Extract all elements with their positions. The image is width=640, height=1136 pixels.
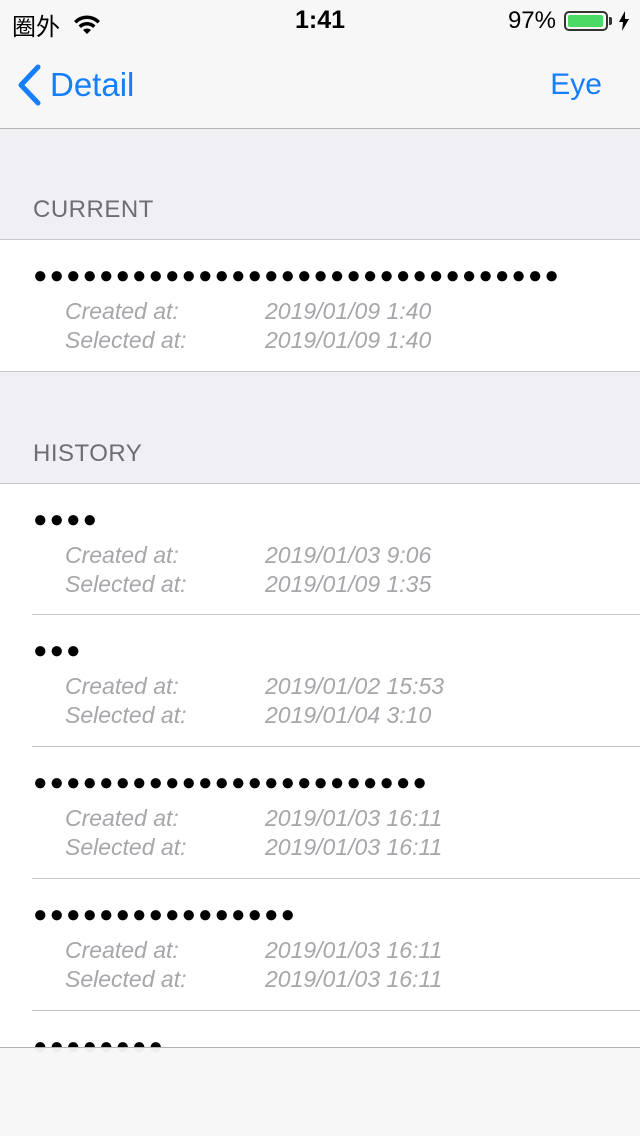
selected-row: Selected at: 2019/01/03 16:11 xyxy=(65,834,442,861)
battery-icon xyxy=(564,11,608,31)
back-button-label: Detail xyxy=(50,66,135,103)
history-cell[interactable]: ●●●●●●●●●●●●●●●● Created at: 2019/01/03 1… xyxy=(0,879,640,1011)
status-bar: 圈外 1:41 97% xyxy=(0,0,640,41)
password-detail-screen: 圈外 1:41 97% Detail Eye CURRENT ●●●●●●●●●… xyxy=(0,0,640,1136)
selected-label: Selected at: xyxy=(65,702,187,728)
history-section-header: HISTORY xyxy=(33,440,143,467)
current-group: ●●●●●●●●●●●●●●●●●●●●●●●●●●●●●●●● Created… xyxy=(0,239,640,372)
selected-value: 2019/01/03 16:11 xyxy=(265,834,443,860)
created-label: Created at: xyxy=(65,805,179,831)
selected-row: Selected at: 2019/01/09 1:40 xyxy=(65,327,431,354)
selected-label: Selected at: xyxy=(65,966,187,992)
history-group: ●●●● Created at: 2019/01/03 9:06 Selected… xyxy=(0,483,640,1136)
back-button[interactable]: Detail xyxy=(16,64,134,106)
status-right: 97% xyxy=(508,7,630,35)
password-dots: ●●●●●●●●●●●●●●●●●●●●●●●● xyxy=(33,769,429,796)
created-value: 2019/01/02 15:53 xyxy=(265,673,445,699)
password-dots: ●●●●●●●●●●●●●●●●●●●●●●●●●●●●●●●● xyxy=(33,262,561,289)
selected-row: Selected at: 2019/01/04 3:10 xyxy=(65,702,431,729)
password-dots: ●●● xyxy=(33,637,83,664)
selected-value: 2019/01/09 1:40 xyxy=(265,327,432,353)
created-row: Created at: 2019/01/03 16:11 xyxy=(65,937,442,964)
selected-value: 2019/01/03 16:11 xyxy=(265,966,443,992)
history-cell[interactable]: ●●●● Created at: 2019/01/03 9:06 Selected… xyxy=(0,484,640,615)
history-cell[interactable]: ●●●●●●●●●●●●●●●●●●●●●●●● Created at: 2019… xyxy=(0,747,640,879)
created-label: Created at: xyxy=(65,937,179,963)
battery-cap xyxy=(609,17,612,25)
created-row: Created at: 2019/01/03 9:06 xyxy=(65,542,431,569)
created-row: Created at: 2019/01/09 1:40 xyxy=(65,298,431,325)
created-row: Created at: 2019/01/03 16:11 xyxy=(65,805,442,832)
selected-value: 2019/01/09 1:35 xyxy=(265,571,432,597)
eye-button[interactable]: Eye xyxy=(550,68,602,102)
selected-value: 2019/01/04 3:10 xyxy=(265,702,432,728)
created-label: Created at: xyxy=(65,673,179,699)
current-password-cell[interactable]: ●●●●●●●●●●●●●●●●●●●●●●●●●●●●●●●● Created… xyxy=(0,240,640,371)
created-label: Created at: xyxy=(65,542,179,568)
bottom-toolbar xyxy=(0,1047,640,1136)
selected-label: Selected at: xyxy=(65,327,187,353)
chevron-left-icon xyxy=(18,64,41,106)
history-cell[interactable]: ●●● Created at: 2019/01/02 15:53 Selected… xyxy=(0,615,640,747)
battery-fill xyxy=(568,15,603,27)
created-row: Created at: 2019/01/02 15:53 xyxy=(65,673,444,700)
created-value: 2019/01/09 1:40 xyxy=(265,298,432,324)
created-value: 2019/01/03 16:11 xyxy=(265,805,443,831)
created-value: 2019/01/03 16:11 xyxy=(265,937,443,963)
created-value: 2019/01/03 9:06 xyxy=(265,542,432,568)
selected-row: Selected at: 2019/01/09 1:35 xyxy=(65,571,431,598)
created-label: Created at: xyxy=(65,298,179,324)
current-section-header: CURRENT xyxy=(33,196,154,223)
password-dots: ●●●● xyxy=(33,506,99,533)
selected-label: Selected at: xyxy=(65,834,187,860)
password-dots: ●●●●●●●●●●●●●●●● xyxy=(33,901,297,928)
charging-bolt-icon xyxy=(619,11,629,31)
battery-percent: 97% xyxy=(507,7,556,34)
navigation-bar: Detail Eye xyxy=(0,40,640,129)
selected-label: Selected at: xyxy=(65,571,187,597)
selected-row: Selected at: 2019/01/03 16:11 xyxy=(65,966,442,993)
